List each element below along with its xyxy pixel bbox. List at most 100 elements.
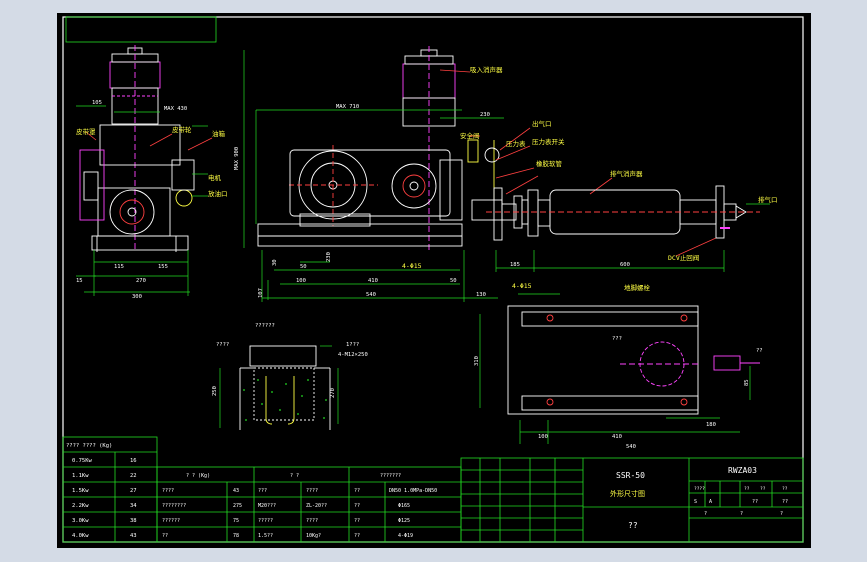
- dim-front-overall: 300: [132, 294, 142, 300]
- param-header-2: ???????: [380, 473, 401, 479]
- param-table: ? ? (Kg) ? ? ??????? ???? 43 ??? ???? ??…: [162, 473, 437, 539]
- param-cell: ????: [306, 518, 318, 524]
- front-view: [79, 45, 195, 252]
- param-cell: ???: [258, 488, 267, 494]
- anchor-spec: 4-M12×250: [338, 352, 368, 358]
- callout-anchor: 地脚螺栓: [624, 283, 651, 292]
- callout-hole: 4-Φ15: [402, 262, 422, 270]
- drawing-subtitle: 外形尺寸图: [610, 489, 645, 498]
- dim-front-a: 115: [114, 264, 124, 270]
- base-label: 1???: [346, 342, 359, 348]
- spec-weight-5: 43: [130, 533, 137, 539]
- dim-plan-c: 180: [706, 422, 716, 428]
- dim-found-h2: 270: [330, 388, 336, 398]
- title-block: SSR-50 外形尺寸图 RWZA03 ?? ???? ?? ?? ?? S A…: [610, 466, 788, 530]
- plan-view: [507, 305, 760, 415]
- spec-weight-2: 27: [130, 488, 137, 494]
- dim-plan-side: 85: [744, 379, 750, 386]
- dim-front-total: 270: [136, 278, 146, 284]
- spec-power-1: 1.1Kw: [72, 473, 89, 479]
- company-name: ??: [628, 521, 638, 530]
- param-cell: ????: [306, 488, 318, 494]
- border-frame: [62, 16, 804, 543]
- param-header-0: ? ? (Kg): [186, 473, 210, 479]
- tb-cell: ??: [744, 486, 750, 492]
- tb-cell: ??: [782, 499, 788, 505]
- callout-gauge-valve: 压力表开关: [532, 137, 565, 146]
- dim-front-height: MAX 430: [164, 106, 187, 112]
- tb-cell: ?: [740, 511, 743, 517]
- callout-inlet-silencer: 吸入消声器: [470, 65, 503, 74]
- param-cell: ?????: [258, 518, 273, 524]
- param-cell: ??: [162, 533, 168, 539]
- callout-outlet-silencer: 排气消声器: [610, 169, 643, 178]
- param-cell: 10Kg?: [306, 533, 321, 539]
- dim-side-f: 50: [450, 278, 457, 284]
- drawing-number: RWZA03: [728, 466, 757, 475]
- dim-side-d: 410: [368, 278, 378, 284]
- tb-cell: ??: [782, 486, 788, 492]
- tb-cell: ??: [752, 499, 758, 505]
- dim-side-max: MAX 710: [336, 104, 359, 110]
- outlet-pipe: [471, 185, 760, 241]
- foundation-labels: ?????? 1??? 4-M12×250 ???? ??? ??: [216, 323, 763, 358]
- tb-cell: ??: [760, 486, 766, 492]
- plan-out: ??: [756, 348, 763, 354]
- tb-cell: ?: [704, 511, 707, 517]
- callout-motor: 电机: [208, 173, 222, 182]
- drawing-canvas: 吸入消声器 安全阀 出气口 压力表开关 压力表 橡胶软管 排气消声器 DCV止回…: [62, 16, 804, 543]
- param-cell: ??: [354, 488, 360, 494]
- param-cell: 1.5??: [258, 533, 273, 539]
- dim-plan-b: 410: [612, 434, 622, 440]
- param-cell: DN50 1.0MPa-DN50: [389, 488, 437, 494]
- dim-side-b: 230: [326, 252, 332, 262]
- spec-power-0: 0.75Kw: [72, 458, 93, 464]
- dim-front-width-top: 105: [92, 100, 102, 106]
- callout-flex-joint: 橡胶软管: [536, 159, 563, 168]
- param-cell: ??: [354, 503, 360, 509]
- param-cell: 4-Φ19: [398, 533, 413, 539]
- cad-viewer: 吸入消声器 安全阀 出气口 压力表开关 压力表 橡胶软管 排气消声器 DCV止回…: [0, 0, 867, 562]
- dimension-labels: 105 MAX 430 115 155 270 300 15 MAX 710 2…: [76, 100, 750, 450]
- dim-pipe-a: 185: [510, 262, 520, 268]
- param-cell: 43: [233, 488, 239, 494]
- tb-cell: ?: [780, 511, 783, 517]
- side-dims: [243, 50, 504, 302]
- dim-side-i: 30: [272, 259, 278, 266]
- dim-side-e: 540: [366, 292, 376, 298]
- param-cell: ??????: [162, 518, 180, 524]
- spec-table-header: ???? ???? (Kg): [66, 443, 112, 449]
- callout-labels: 吸入消声器 安全阀 出气口 压力表开关 压力表 橡胶软管 排气消声器 DCV止回…: [76, 65, 778, 292]
- callout-safety-valve: 安全阀: [460, 131, 480, 140]
- param-cell: ????????: [162, 503, 186, 509]
- spec-weight-4: 38: [130, 518, 137, 524]
- spec-weight-1: 22: [130, 473, 137, 479]
- leader-lines: [85, 69, 717, 257]
- model-name: SSR-50: [616, 471, 645, 480]
- param-cell: M20???: [258, 503, 276, 509]
- callout-hole-2: 4-Φ15: [512, 282, 532, 290]
- side-view: [257, 46, 500, 250]
- tb-cell: S: [694, 499, 697, 505]
- dim-side-h: 107: [258, 288, 264, 298]
- plan-label: ???: [612, 336, 622, 342]
- callout-oil-tank: 油箱: [212, 129, 226, 138]
- param-cell: ??: [354, 518, 360, 524]
- spec-table: ???? ???? (Kg) 0.75Kw 16 1.1Kw 22 1.5Kw …: [66, 443, 137, 539]
- param-cell: 275: [233, 503, 242, 509]
- dim-front-b: 155: [158, 264, 168, 270]
- callout-pressure-gauge: 压力表: [506, 139, 526, 148]
- param-cell: ??: [354, 533, 360, 539]
- param-cell: ZL-20??: [306, 503, 327, 509]
- param-cell: Φ125: [398, 518, 410, 524]
- dim-plan-total: 540: [626, 444, 636, 450]
- dim-pipe-b: 600: [620, 262, 630, 268]
- param-cell: 75: [233, 518, 239, 524]
- dim-side-g: 130: [476, 292, 486, 298]
- spec-weight-0: 16: [130, 458, 137, 464]
- spec-weight-3: 34: [130, 503, 137, 509]
- dim-side-a: 50: [300, 264, 307, 270]
- param-header-1: ? ?: [290, 473, 299, 479]
- front-dims: [76, 105, 208, 296]
- dim-side-c: 100: [296, 278, 306, 284]
